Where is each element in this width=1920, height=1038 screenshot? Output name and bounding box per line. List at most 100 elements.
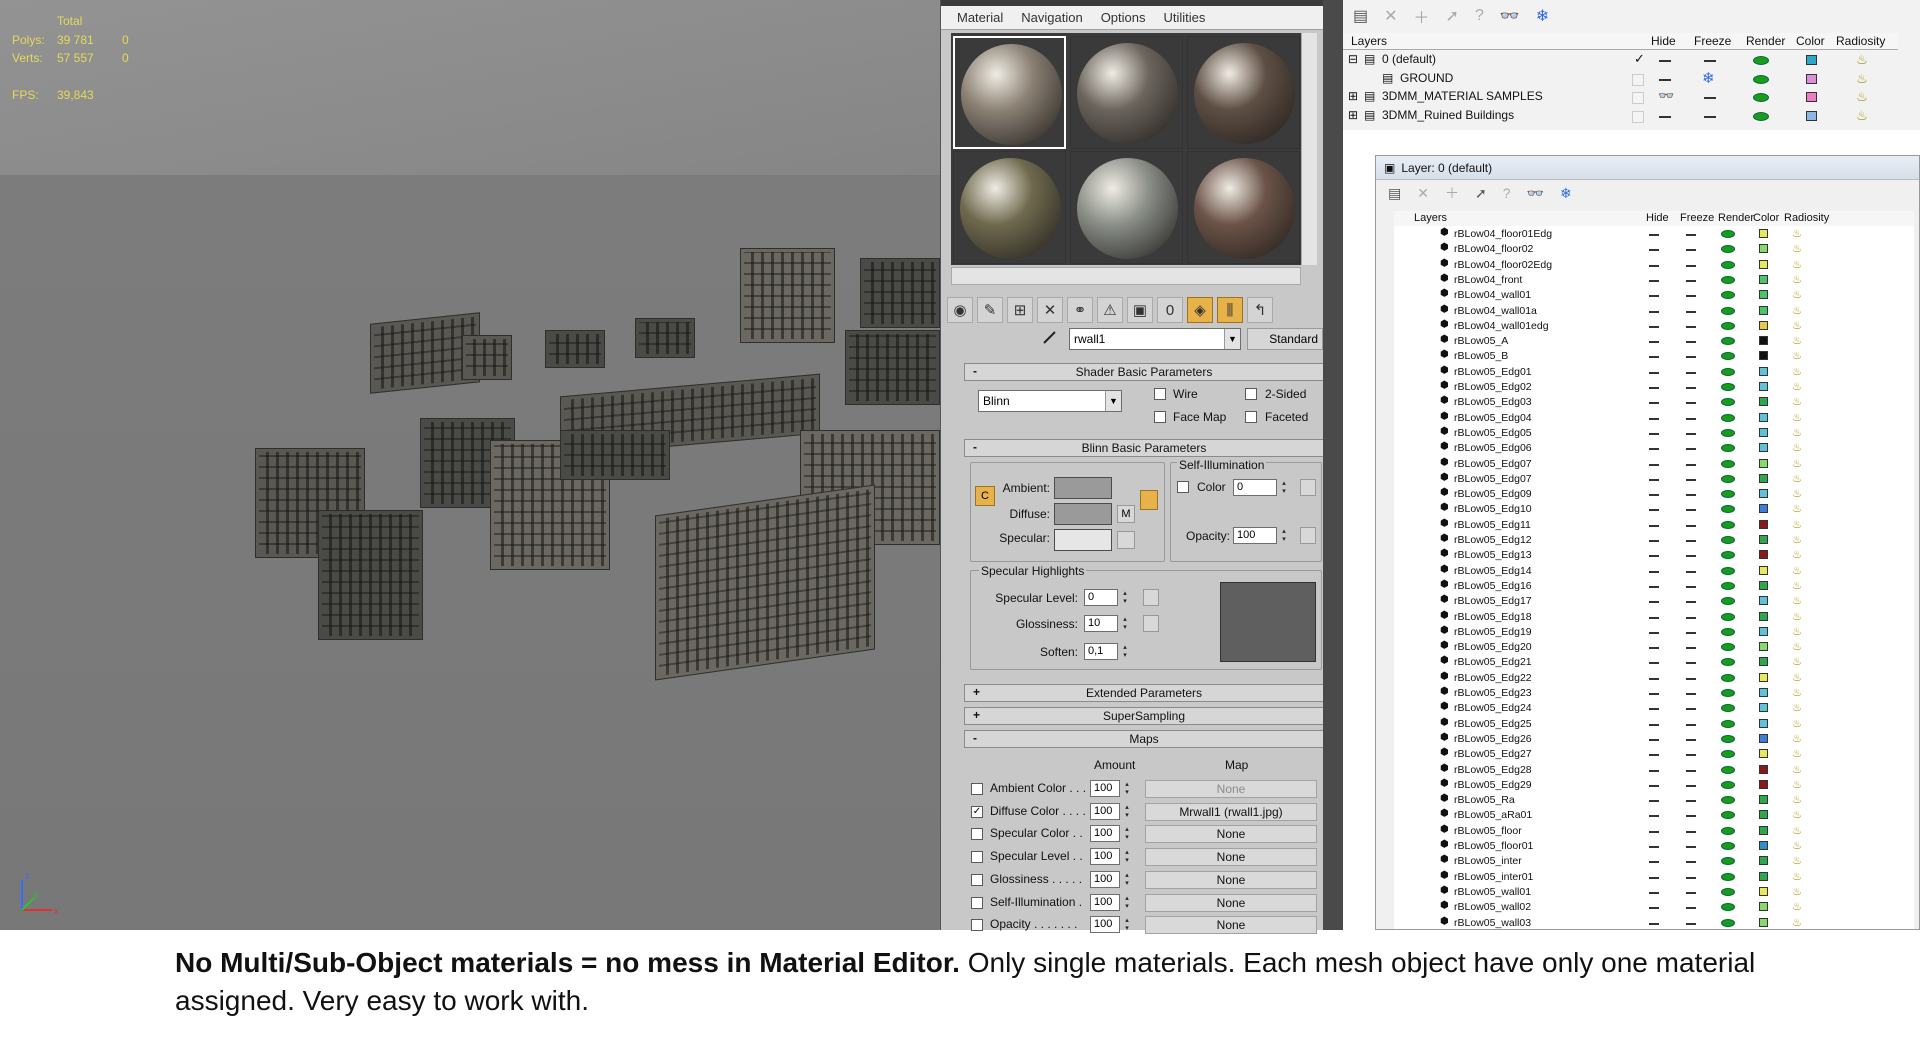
glossiness-map-button[interactable] <box>1143 615 1159 632</box>
map-enable-checkbox[interactable] <box>971 783 983 795</box>
radiosity-icon[interactable]: ♨ <box>1790 258 1804 272</box>
object-color-swatch[interactable] <box>1759 596 1768 606</box>
diffuse-map-button[interactable]: M <box>1117 505 1135 523</box>
hide-toggle[interactable] <box>1659 115 1671 118</box>
ruined-building[interactable] <box>860 258 940 328</box>
reset-icon[interactable]: ✕ <box>1037 297 1063 323</box>
layer-color-swatch[interactable] <box>1806 55 1817 65</box>
render-teapot-icon[interactable] <box>1721 765 1735 774</box>
freeze-toggle[interactable] <box>1686 585 1696 588</box>
freeze-toggle[interactable] <box>1686 234 1696 236</box>
hide-toggle[interactable] <box>1649 631 1659 634</box>
render-teapot-icon[interactable] <box>1721 490 1735 499</box>
freeze-toggle[interactable] <box>1704 115 1716 118</box>
hide-toggle[interactable] <box>1649 861 1659 864</box>
expand-toggle-icon[interactable]: ⊟ <box>1348 52 1358 70</box>
layer-object-name[interactable]: rBLow05_Edg19 <box>1454 626 1532 640</box>
layer-object-name[interactable]: rBLow04_floor02Edg <box>1454 259 1552 273</box>
radiosity-icon[interactable]: ♨ <box>1855 71 1869 86</box>
radiosity-icon[interactable]: ♨ <box>1790 686 1804 700</box>
freeze-toggle[interactable] <box>1686 478 1696 481</box>
render-teapot-icon[interactable] <box>1721 230 1735 238</box>
radiosity-icon[interactable]: ♨ <box>1790 411 1804 425</box>
radiosity-icon[interactable]: ♨ <box>1790 426 1804 440</box>
map-slot-button[interactable]: None <box>1145 848 1317 867</box>
radiosity-icon[interactable]: ♨ <box>1790 273 1804 287</box>
layer-color-swatch[interactable] <box>1806 73 1817 84</box>
map-amount-spinner[interactable]: 100 <box>1090 893 1132 911</box>
radiosity-icon[interactable]: ♨ <box>1790 548 1804 562</box>
active-layer-checkbox[interactable] <box>1632 92 1644 104</box>
ruined-building[interactable] <box>560 430 670 480</box>
layer-object-name[interactable]: rBLow05_Edg25 <box>1454 718 1532 732</box>
object-color-swatch[interactable] <box>1759 703 1768 713</box>
render-teapot-icon[interactable] <box>1721 444 1735 453</box>
lock-icon[interactable] <box>1140 490 1158 510</box>
rollout-blinn-basic[interactable]: - Blinn Basic Parameters <box>964 439 1324 457</box>
radiosity-icon[interactable]: ♨ <box>1790 349 1804 363</box>
render-teapot-icon[interactable] <box>1721 383 1735 391</box>
radiosity-icon[interactable]: ♨ <box>1790 640 1804 654</box>
hide-toggle[interactable] <box>1649 279 1659 282</box>
expand-toggle-icon[interactable]: ⊞ <box>1348 89 1358 107</box>
hide-toggle[interactable] <box>1649 524 1659 527</box>
freeze-toggle[interactable] <box>1704 97 1716 99</box>
radiosity-icon[interactable]: ♨ <box>1790 487 1804 501</box>
hide-toggle[interactable] <box>1659 60 1671 62</box>
radiosity-icon[interactable]: ♨ <box>1790 457 1804 471</box>
layer-object-name[interactable]: rBLow05_Edg27 <box>1454 748 1532 762</box>
object-color-swatch[interactable] <box>1759 580 1768 590</box>
radiosity-icon[interactable]: ♨ <box>1790 319 1804 333</box>
expand-toggle-icon[interactable]: ⊞ <box>1348 108 1358 126</box>
hide-toggle[interactable] <box>1649 402 1659 405</box>
layer-object-name[interactable]: rBLow05_aRa01 <box>1454 809 1532 823</box>
layer-object-name[interactable]: rBLow05_Edg23 <box>1454 687 1532 701</box>
layer-object-name[interactable]: rBLow04_front <box>1454 274 1522 288</box>
radiosity-icon[interactable]: ♨ <box>1855 90 1869 104</box>
render-teapot-icon[interactable] <box>1721 689 1735 697</box>
layer-object-name[interactable]: rBLow05_wall01 <box>1454 886 1531 900</box>
hide-toggle[interactable] <box>1649 570 1659 573</box>
hide-toggle[interactable] <box>1649 387 1659 389</box>
radiosity-icon[interactable]: ♨ <box>1790 717 1804 731</box>
radiosity-icon[interactable]: ♨ <box>1790 227 1804 241</box>
render-teapot-icon[interactable] <box>1721 245 1735 254</box>
frozen-snowflake-icon[interactable]: ❄ <box>1702 69 1715 87</box>
hide-toggle[interactable] <box>1649 417 1659 420</box>
layer-object-name[interactable]: rBLow05_Ra <box>1454 794 1515 808</box>
show-end-result-icon[interactable]: ⫼ <box>1217 297 1243 323</box>
slots-vertical-scrollbar[interactable] <box>1301 33 1317 265</box>
layer-object-name[interactable]: rBLow05_Edg22 <box>1454 672 1532 686</box>
ruined-building[interactable] <box>655 484 875 681</box>
hide-toggle[interactable] <box>1649 249 1659 252</box>
freeze-toggle[interactable] <box>1686 784 1696 787</box>
ruined-building[interactable] <box>845 330 940 405</box>
radiosity-icon[interactable]: ♨ <box>1790 594 1804 608</box>
material-effects-icon[interactable]: 0 <box>1157 297 1183 323</box>
render-teapot-icon[interactable] <box>1721 536 1735 544</box>
freeze-toggle[interactable] <box>1686 754 1696 757</box>
hide-toggle[interactable] <box>1649 922 1659 925</box>
object-color-swatch[interactable] <box>1759 320 1768 330</box>
render-teapot-icon[interactable] <box>1721 811 1735 820</box>
hide-toggle[interactable] <box>1649 907 1659 910</box>
freeze-toggle[interactable] <box>1686 325 1696 328</box>
create-layer-icon[interactable]: ▤ <box>1388 185 1401 202</box>
layer-object-name[interactable]: rBLow05_A <box>1454 335 1508 349</box>
soften-value[interactable]: 0,1 <box>1084 643 1130 660</box>
face-map-checkbox[interactable] <box>1154 411 1166 423</box>
hide-toggle[interactable] <box>1649 876 1659 879</box>
layer-object-name[interactable]: rBLow05_Edg18 <box>1454 611 1532 625</box>
hide-toggle[interactable] <box>1649 509 1659 512</box>
hide-toggle[interactable] <box>1649 432 1659 435</box>
render-teapot-icon[interactable] <box>1721 750 1735 759</box>
assign-material-icon[interactable]: ⊞ <box>1007 297 1033 323</box>
freeze-toggle[interactable] <box>1686 524 1696 527</box>
hide-toggle[interactable] <box>1659 78 1671 81</box>
ruined-building[interactable] <box>318 510 423 640</box>
map-enable-checkbox[interactable] <box>971 896 983 909</box>
hide-all-icon[interactable]: 👓 <box>1500 6 1520 26</box>
material-sample-slot[interactable] <box>1070 36 1183 149</box>
render-teapot-icon[interactable] <box>1721 796 1735 805</box>
render-teapot-icon[interactable] <box>1721 887 1735 896</box>
